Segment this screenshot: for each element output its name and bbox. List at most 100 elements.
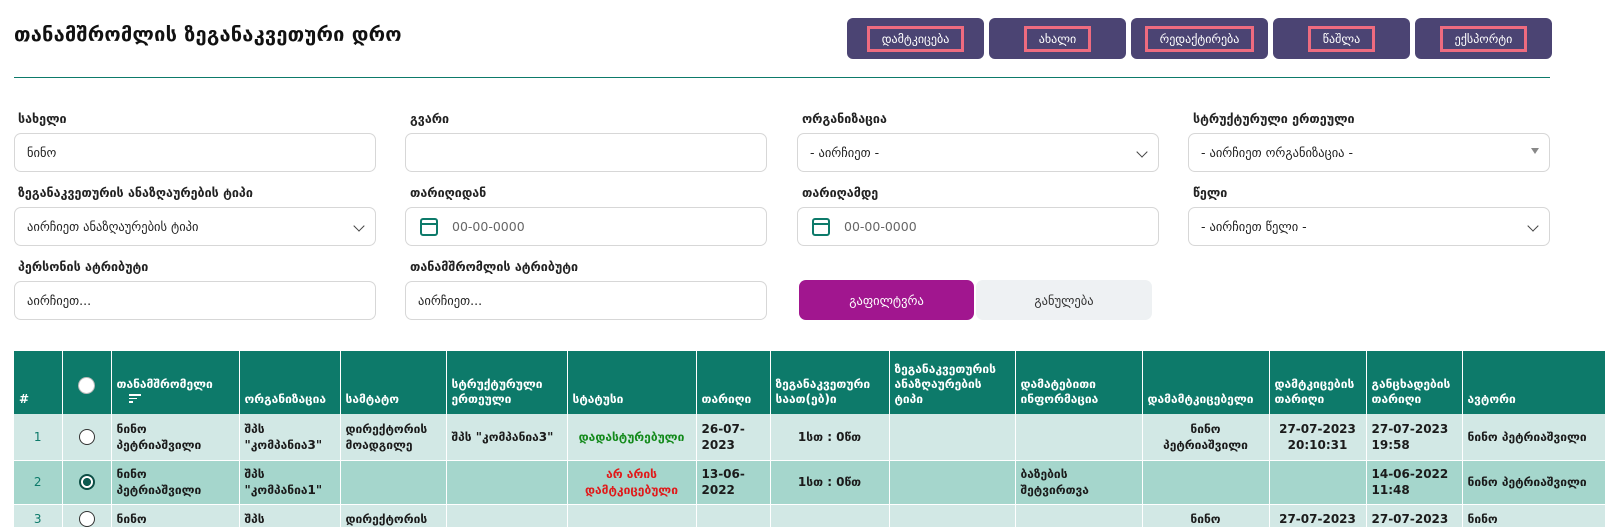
page-header: თანამშრომლის ზეგანაკვეთური დრო დამტკიცებ… [0,0,1605,80]
chevron-down-icon [1527,220,1539,232]
column-header-unit[interactable]: სტრუქტურული ერთეული [446,351,568,414]
table-header-row: # თანამშრომელი ორგანიზაცია სამტატო სტრუქ… [14,351,1605,414]
hours-cell: 1სთ : 0წთ [770,414,890,461]
compensation-type-label: ზეგანაკვეთურის ანაზღაურების ტიპი [18,185,253,200]
organization-label: ორგანიზაცია [802,111,887,126]
employee-cell: ნინო პეტრიაშვილი [111,460,240,505]
approve-button[interactable]: დამტკიცება [847,18,984,59]
employee-attribute-select[interactable]: აირჩიეთ... [405,281,767,320]
comp-type-cell [889,504,1016,527]
approve-date-cell [1269,460,1367,505]
toolbar: დამტკიცება ახალი რედაქტირება წაშლა ექსპო… [847,18,1552,59]
status-cell: არ არის დამტკიცებული [567,460,697,505]
unit-label: სტრუქტურული ერთეული [1193,111,1355,126]
column-header-status[interactable]: სტატუსი [567,351,697,414]
approver-cell: ნინო [1142,504,1270,527]
row-number: 2 [14,460,63,505]
edit-button[interactable]: რედაქტირება [1131,18,1268,59]
unit-select[interactable]: - აირჩიეთ ორგანიზაცია - [1188,133,1550,172]
employee-attribute-value: აირჩიეთ... [418,293,483,308]
column-header-select [62,351,112,414]
unit-cell [446,504,568,527]
surname-label: გვარი [410,111,450,126]
compensation-type-value: აირჩიეთ ანაზღაურების ტიპი [27,219,199,234]
hours-cell: 1სთ : 0წთ [770,460,890,505]
unit-select-value: - აირჩიეთ ორგანიზაცია - [1201,145,1354,160]
caret-down-icon [1531,148,1539,154]
export-button-label: ექსპორტი [1439,25,1528,52]
person-attribute-label: პერსონის ატრიბუტი [18,259,149,274]
table-row[interactable]: 3 ნინო შპს დირექტორის ნინო 27-07-2023 27… [14,504,1605,527]
row-select-radio[interactable] [78,474,95,491]
column-header-number: # [14,351,63,414]
date-to-label: თარიღამდე [802,185,879,200]
column-header-request-date[interactable]: განცხადების თარიღი [1366,351,1463,414]
column-header-date[interactable]: თარიღი [696,351,771,414]
column-header-hours[interactable]: ზეგანაკვეთური საათ(ებ)ი [770,351,890,414]
new-button[interactable]: ახალი [989,18,1126,59]
header-divider [14,77,1550,78]
column-header-approver[interactable]: დამამტკიცებელი [1142,351,1270,414]
delete-button-label: წაშლა [1307,25,1376,52]
edit-button-label: რედაქტირება [1144,25,1255,52]
clear-button-label: განულება [1034,292,1094,308]
delete-button[interactable]: წაშლა [1273,18,1410,59]
info-cell [1015,414,1143,461]
sort-icon[interactable] [128,394,141,403]
date-to-placeholder: 00-00-0000 [844,219,917,234]
row-select-cell [62,460,112,505]
surname-input[interactable] [405,133,767,172]
person-attribute-select[interactable]: აირჩიეთ... [14,281,376,320]
row-select-radio[interactable] [78,511,95,527]
column-header-employee-label: თანამშრომელი [116,377,213,391]
column-header-position[interactable]: სამტატო [340,351,447,414]
column-header-organization[interactable]: ორგანიზაცია [239,351,341,414]
table-row[interactable]: 1 ნინო პეტრიაშვილი შპს "კომპანია3" დირექ… [14,414,1605,461]
column-header-author[interactable]: ავტორი [1462,351,1605,414]
compensation-type-select[interactable]: აირჩიეთ ანაზღაურების ტიპი [14,207,376,246]
filter-button[interactable]: გაფილტვრა [799,280,974,320]
date-cell [696,504,771,527]
date-to-input[interactable]: 00-00-0000 [797,207,1159,246]
column-header-comp-type[interactable]: ზეგანაკვეთურის ანაზღაურების ტიპი [889,351,1016,414]
chevron-down-icon [353,220,365,232]
row-select-radio[interactable] [78,429,95,445]
info-cell: ბაზების შეტვირთვა [1015,460,1143,505]
name-label: სახელი [18,111,67,126]
hours-cell [770,504,890,527]
employee-cell: ნინო [111,504,240,527]
unit-cell [446,460,568,505]
request-date-cell: 27-07-2023 19:58 [1366,414,1463,461]
column-header-employee[interactable]: თანამშრომელი [111,351,240,414]
organization-select[interactable]: - აირჩიეთ - [797,133,1159,172]
export-button[interactable]: ექსპორტი [1415,18,1552,59]
organization-select-value: - აირჩიეთ - [810,145,880,160]
select-all-radio[interactable] [78,376,95,394]
date-from-input[interactable]: 00-00-0000 [405,207,767,246]
year-select[interactable]: - აირჩიეთ წელი - [1188,207,1550,246]
row-number: 3 [14,504,63,527]
column-header-info[interactable]: დამატებითი ინფორმაცია [1015,351,1143,414]
calendar-icon [812,217,830,236]
new-button-label: ახალი [1023,25,1092,52]
employee-attribute-label: თანამშრომლის ატრიბუტი [410,259,579,274]
clear-button[interactable]: განულება [976,280,1152,320]
approve-button-label: დამტკიცება [866,25,965,52]
table-row[interactable]: 2 ნინო პეტრიაშვილი შპს "კომპანია1" არ არ… [14,460,1605,505]
person-attribute-value: აირჩიეთ... [27,293,92,308]
status-cell [567,504,697,527]
unit-cell: შპს "კომპანია3" [446,414,568,461]
approver-cell [1142,460,1270,505]
year-select-value: - აირჩიეთ წელი - [1201,219,1307,234]
row-select-cell [62,414,112,461]
approver-cell: ნინო პეტრიაშვილი [1142,414,1270,461]
column-header-approve-date[interactable]: დამტკიცების თარიღი [1269,351,1367,414]
author-cell: ნინო პეტრიაშვილი [1462,460,1605,505]
row-select-cell [62,504,112,527]
name-input[interactable]: ნინო [14,133,376,172]
position-cell: დირექტორის [340,504,447,527]
comp-type-cell [889,460,1016,505]
overtime-table: # თანამშრომელი ორგანიზაცია სამტატო სტრუქ… [14,351,1605,527]
position-cell: დირექტორის მოადგილე [340,414,447,461]
organization-cell: შპს "კომპანია1" [239,460,341,505]
